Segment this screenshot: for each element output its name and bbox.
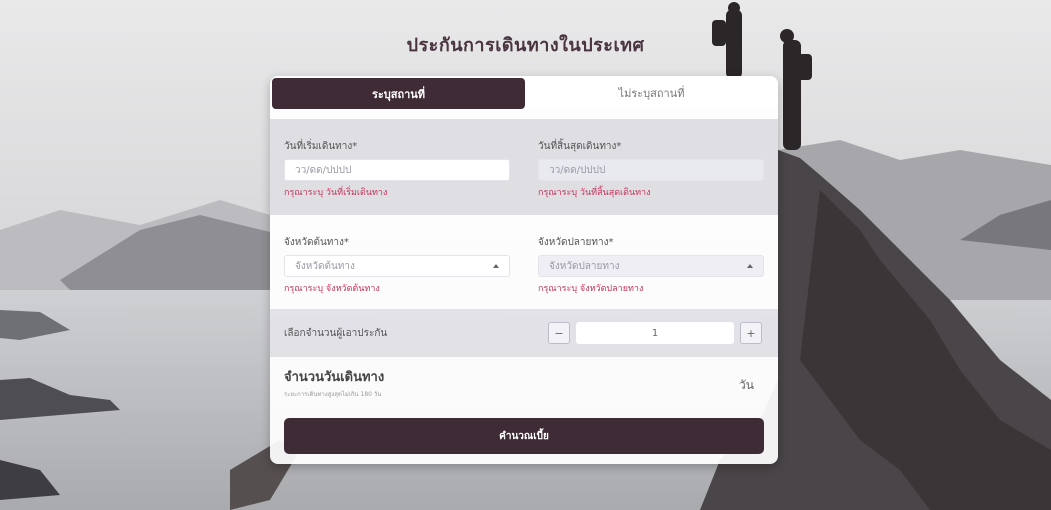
- origin-province-label: จังหวัดต้นทาง*: [284, 237, 349, 248]
- end-date-error: กรุณาระบุ วันที่สิ้นสุดเดินทาง: [538, 188, 651, 198]
- end-date-field[interactable]: วว/ดด/ปปปป: [538, 159, 764, 181]
- caret-up-icon: [747, 264, 753, 268]
- insured-count-value[interactable]: 1: [576, 322, 734, 344]
- travel-days-title: จำนวนวันเดินทาง: [284, 370, 385, 385]
- tab-unspecified-location[interactable]: ไม่ระบุสถานที่: [525, 76, 778, 109]
- increment-button[interactable]: +: [740, 322, 762, 344]
- origin-province-value: จังหวัดต้นทาง: [295, 260, 355, 272]
- caret-up-icon: [493, 264, 499, 268]
- travel-days-unit: วัน: [739, 378, 754, 392]
- travel-dates-section: วันที่เริ่มเดินทาง* วว/ดด/ปปปป กรุณาระบุ…: [270, 119, 778, 215]
- insured-count-label: เลือกจำนวนผู้เอาประกัน: [284, 327, 388, 339]
- destination-province-select[interactable]: จังหวัดปลายทาง: [538, 255, 764, 277]
- end-date-label: วันที่สิ้นสุดเดินทาง*: [538, 141, 622, 152]
- travel-days-section: จำนวนวันเดินทาง ระยะการเดินทางสูงสุดไม่เ…: [270, 357, 778, 401]
- insured-count-section: เลือกจำนวนผู้เอาประกัน − 1 +: [270, 309, 778, 357]
- tab-specify-location[interactable]: ระบุสถานที่: [272, 78, 525, 109]
- destination-province-error: กรุณาระบุ จังหวัดปลายทาง: [538, 284, 644, 294]
- start-date-error: กรุณาระบุ วันที่เริ่มเดินทาง: [284, 188, 388, 198]
- start-date-field[interactable]: วว/ดด/ปปปป: [284, 159, 510, 181]
- decrement-button[interactable]: −: [548, 322, 570, 344]
- travel-insurance-form: ระบุสถานที่ ไม่ระบุสถานที่ วันที่เริ่มเด…: [270, 76, 778, 464]
- start-date-label: วันที่เริ่มเดินทาง*: [284, 141, 358, 152]
- insured-count-stepper: − 1 +: [548, 321, 762, 345]
- page-title: ประกันการเดินทางในประเทศ: [406, 35, 645, 56]
- location-tabs: ระบุสถานที่ ไม่ระบุสถานที่: [270, 76, 778, 109]
- origin-province-select[interactable]: จังหวัดต้นทาง: [284, 255, 510, 277]
- destination-province-value: จังหวัดปลายทาง: [549, 260, 620, 272]
- travel-days-note: ระยะการเดินทางสูงสุดไม่เกิน 180 วัน: [284, 391, 382, 398]
- calculate-premium-button[interactable]: คำนวณเบี้ย: [284, 418, 764, 454]
- provinces-section: จังหวัดต้นทาง* จังหวัดต้นทาง กรุณาระบุ จ…: [270, 215, 778, 301]
- destination-province-label: จังหวัดปลายทาง*: [538, 237, 614, 248]
- origin-province-error: กรุณาระบุ จังหวัดต้นทาง: [284, 284, 380, 294]
